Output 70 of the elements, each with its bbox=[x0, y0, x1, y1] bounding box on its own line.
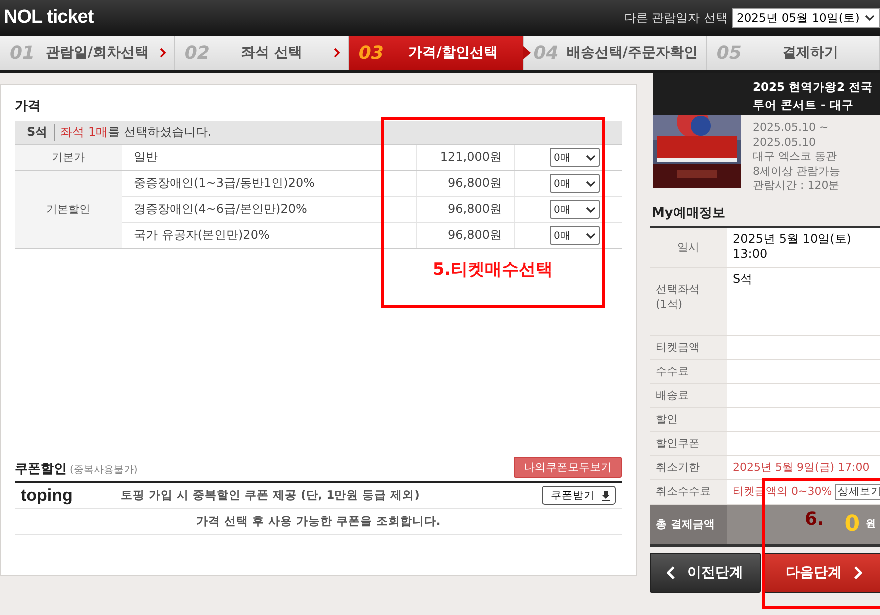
price-amount: 121,000원 bbox=[416, 145, 514, 170]
previous-step-button[interactable]: 이전단계 bbox=[650, 552, 761, 592]
price-group: 기본가 bbox=[15, 145, 122, 171]
running-time: 관람시간 : 120분 bbox=[753, 179, 841, 194]
price-amount: 96,800원 bbox=[416, 223, 514, 248]
show-period: 2025.05.10 ~ 2025.05.10 bbox=[753, 121, 830, 150]
booking-value: 2025년 5월 10일(토) 13:00 bbox=[733, 232, 852, 262]
annotation-label: 5.티켓매수선택 bbox=[432, 259, 554, 282]
caret-icon bbox=[586, 232, 596, 238]
chevron-icon bbox=[854, 566, 862, 580]
booking-label: 티켓금액 bbox=[650, 336, 727, 358]
step-number: 02 bbox=[184, 42, 210, 64]
get-coupon-button[interactable]: 쿠폰받기 bbox=[542, 486, 616, 505]
download-icon bbox=[601, 490, 611, 500]
triangle-icon bbox=[522, 46, 531, 60]
section-title: 가격 bbox=[15, 98, 42, 115]
total-amount: 0 bbox=[844, 512, 860, 536]
step-number: 03 bbox=[358, 42, 384, 64]
selection-notice: 좌석 1매를 선택하셨습니다. bbox=[54, 124, 212, 141]
coupon-title: 쿠폰할인 bbox=[15, 462, 67, 477]
quantity-select[interactable]: 0매 bbox=[550, 148, 600, 167]
chevron-icon bbox=[334, 48, 340, 58]
booking-label: 할인쿠폰 bbox=[650, 432, 727, 454]
logo[interactable]: NOL ticket bbox=[4, 7, 94, 29]
coupon-offer: 토핑 가입 시 중복할인 쿠폰 제공 (단, 1만원 등급 제외) bbox=[121, 488, 421, 503]
step-label: 배송선택/주문자확인 bbox=[566, 44, 698, 62]
step-number: 01 bbox=[10, 42, 36, 64]
booking-label: 취소수수료 bbox=[650, 480, 727, 504]
quantity-select[interactable]: 0매 bbox=[550, 174, 600, 193]
booking-label: 할인 bbox=[650, 408, 727, 430]
step-number: 04 bbox=[534, 42, 559, 64]
next-step-button[interactable]: 다음단계 bbox=[764, 552, 880, 592]
booking-value: S석 bbox=[733, 272, 753, 286]
price-type: 국가 유공자(본인만)20% bbox=[133, 227, 271, 244]
chevron-left-icon bbox=[667, 566, 676, 580]
caret-icon bbox=[586, 180, 596, 186]
caret-icon bbox=[865, 15, 875, 21]
date-dropdown[interactable]: 2025년 05월 10일(토) bbox=[732, 8, 880, 28]
date-label: 다른 관람일자 선택 bbox=[624, 10, 728, 26]
currency-unit: 원 bbox=[866, 518, 876, 531]
booking-value: 2025년 5월 9일(금) 17:00 bbox=[733, 460, 870, 474]
price-type: 경증장애인(4~6급/본인만)20% bbox=[133, 201, 308, 218]
booking-label: 배송료 bbox=[650, 384, 727, 406]
chevron-icon bbox=[160, 48, 166, 58]
price-group: 기본할인 bbox=[15, 171, 122, 249]
booking-label: 일시 bbox=[650, 228, 727, 266]
quantity-select[interactable]: 0매 bbox=[550, 200, 600, 219]
price-amount: 96,800원 bbox=[416, 197, 514, 222]
brand-logo: toping bbox=[21, 486, 74, 506]
booking-label: 선택좌석 (1석) bbox=[650, 268, 727, 334]
total-label: 총 결제금액 bbox=[650, 504, 727, 544]
price-type: 일반 bbox=[133, 149, 159, 166]
caret-icon bbox=[586, 206, 596, 212]
step-label: 가격/할인선택 bbox=[408, 44, 499, 62]
show-venue: 대구 엑스코 동관 bbox=[753, 150, 838, 164]
step-number: 05 bbox=[716, 42, 742, 64]
price-type: 중증장애인(1~3급/동반1인)20% bbox=[133, 175, 316, 192]
step-label: 좌석 선택 bbox=[240, 44, 304, 62]
caret-icon bbox=[586, 154, 596, 160]
quantity-select[interactable]: 0매 bbox=[550, 226, 600, 245]
age-rating: 8세이상 관람가능 bbox=[753, 164, 842, 179]
coupon-note: (중복사용불가) bbox=[70, 465, 138, 476]
price-amount: 96,800원 bbox=[416, 171, 514, 196]
show-title: 2025 현역가왕2 전국투어 콘서트 - 대구 bbox=[653, 73, 880, 115]
booking-label: 취소기한 bbox=[650, 456, 727, 478]
coupon-message: 가격 선택 후 사용 가능한 쿠폰을 조회합니다. bbox=[15, 509, 622, 535]
step-label: 관람일/회차선택 bbox=[44, 44, 150, 62]
seat-grade: S석 bbox=[27, 124, 48, 141]
step-label: 결제하기 bbox=[781, 44, 840, 62]
booking-label: 수수료 bbox=[650, 360, 727, 382]
